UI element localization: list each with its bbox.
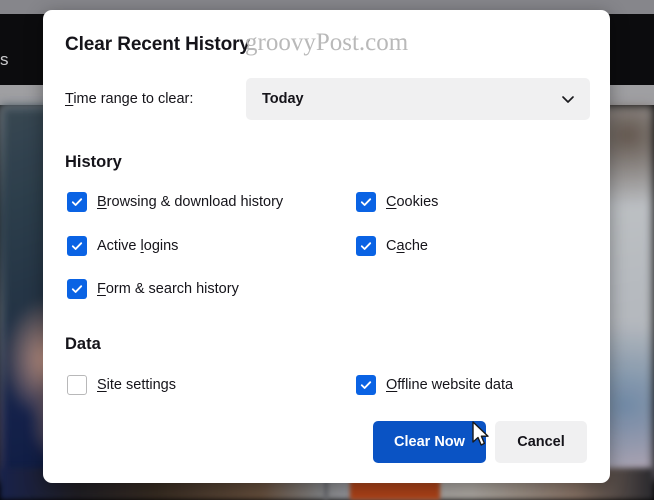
label-after: che	[404, 238, 428, 254]
checkbox-row-browsing-download-history[interactable]: Browsing & download history	[67, 192, 283, 212]
label-before: C	[386, 238, 397, 254]
checkbox-label: Form & search history	[97, 281, 239, 297]
screen-root: s Clear Recent History groovyPost.com Ti…	[0, 0, 654, 500]
clear-now-button[interactable]: Clear Now	[373, 421, 486, 463]
cancel-button[interactable]: Cancel	[495, 421, 587, 463]
checkbox-row-site-settings[interactable]: Site settings	[67, 375, 176, 395]
chevron-down-icon	[560, 91, 576, 107]
label-before: Active	[97, 238, 141, 254]
label-after: ite settings	[106, 377, 176, 393]
checkbox-checked-icon[interactable]	[356, 192, 376, 212]
time-range-row: Time range to clear: Today	[65, 78, 590, 120]
checkbox-checked-icon[interactable]	[67, 279, 87, 299]
time-range-label-rest: ime range to clear:	[73, 91, 194, 107]
checkbox-row-form-search-history[interactable]: Form & search history	[67, 279, 239, 299]
time-range-selected-value: Today	[262, 91, 304, 107]
checkbox-label: Browsing & download history	[97, 194, 283, 210]
watermark-text: groovyPost.com	[245, 29, 409, 56]
label-accesskey: O	[386, 377, 398, 393]
checkbox-label: Cookies	[386, 194, 438, 210]
section-heading-history: History	[65, 153, 122, 171]
label-accesskey: F	[97, 281, 106, 297]
label-accesskey: a	[396, 238, 405, 254]
clear-recent-history-dialog: Clear Recent History groovyPost.com Time…	[43, 10, 610, 483]
section-heading-data: Data	[65, 335, 101, 353]
checkbox-checked-icon[interactable]	[67, 192, 87, 212]
checkbox-row-offline-website-data[interactable]: Offline website data	[356, 375, 513, 395]
dialog-title: Clear Recent History	[65, 34, 250, 55]
checkbox-checked-icon[interactable]	[356, 236, 376, 256]
label-accesskey: S	[97, 377, 107, 393]
checkbox-label: Offline website data	[386, 377, 513, 393]
checkbox-row-active-logins[interactable]: Active logins	[67, 236, 178, 256]
checkbox-checked-icon[interactable]	[356, 375, 376, 395]
checkbox-label: Cache	[386, 238, 428, 254]
label-accesskey: B	[97, 194, 107, 210]
label-after: ookies	[396, 194, 439, 210]
checkbox-unchecked-icon[interactable]	[67, 375, 87, 395]
time-range-dropdown[interactable]: Today	[246, 78, 590, 120]
checkbox-label: Active logins	[97, 238, 178, 254]
time-range-label: Time range to clear:	[65, 91, 193, 107]
checkbox-checked-icon[interactable]	[67, 236, 87, 256]
label-after: ogins	[143, 238, 179, 254]
checkbox-row-cache[interactable]: Cache	[356, 236, 428, 256]
checkbox-label: Site settings	[97, 377, 176, 393]
label-accesskey: C	[386, 194, 397, 210]
checkbox-row-cookies[interactable]: Cookies	[356, 192, 438, 212]
label-after: orm & search history	[105, 281, 239, 297]
label-after: ffline website data	[397, 377, 514, 393]
label-after: rowsing & download history	[106, 194, 284, 210]
